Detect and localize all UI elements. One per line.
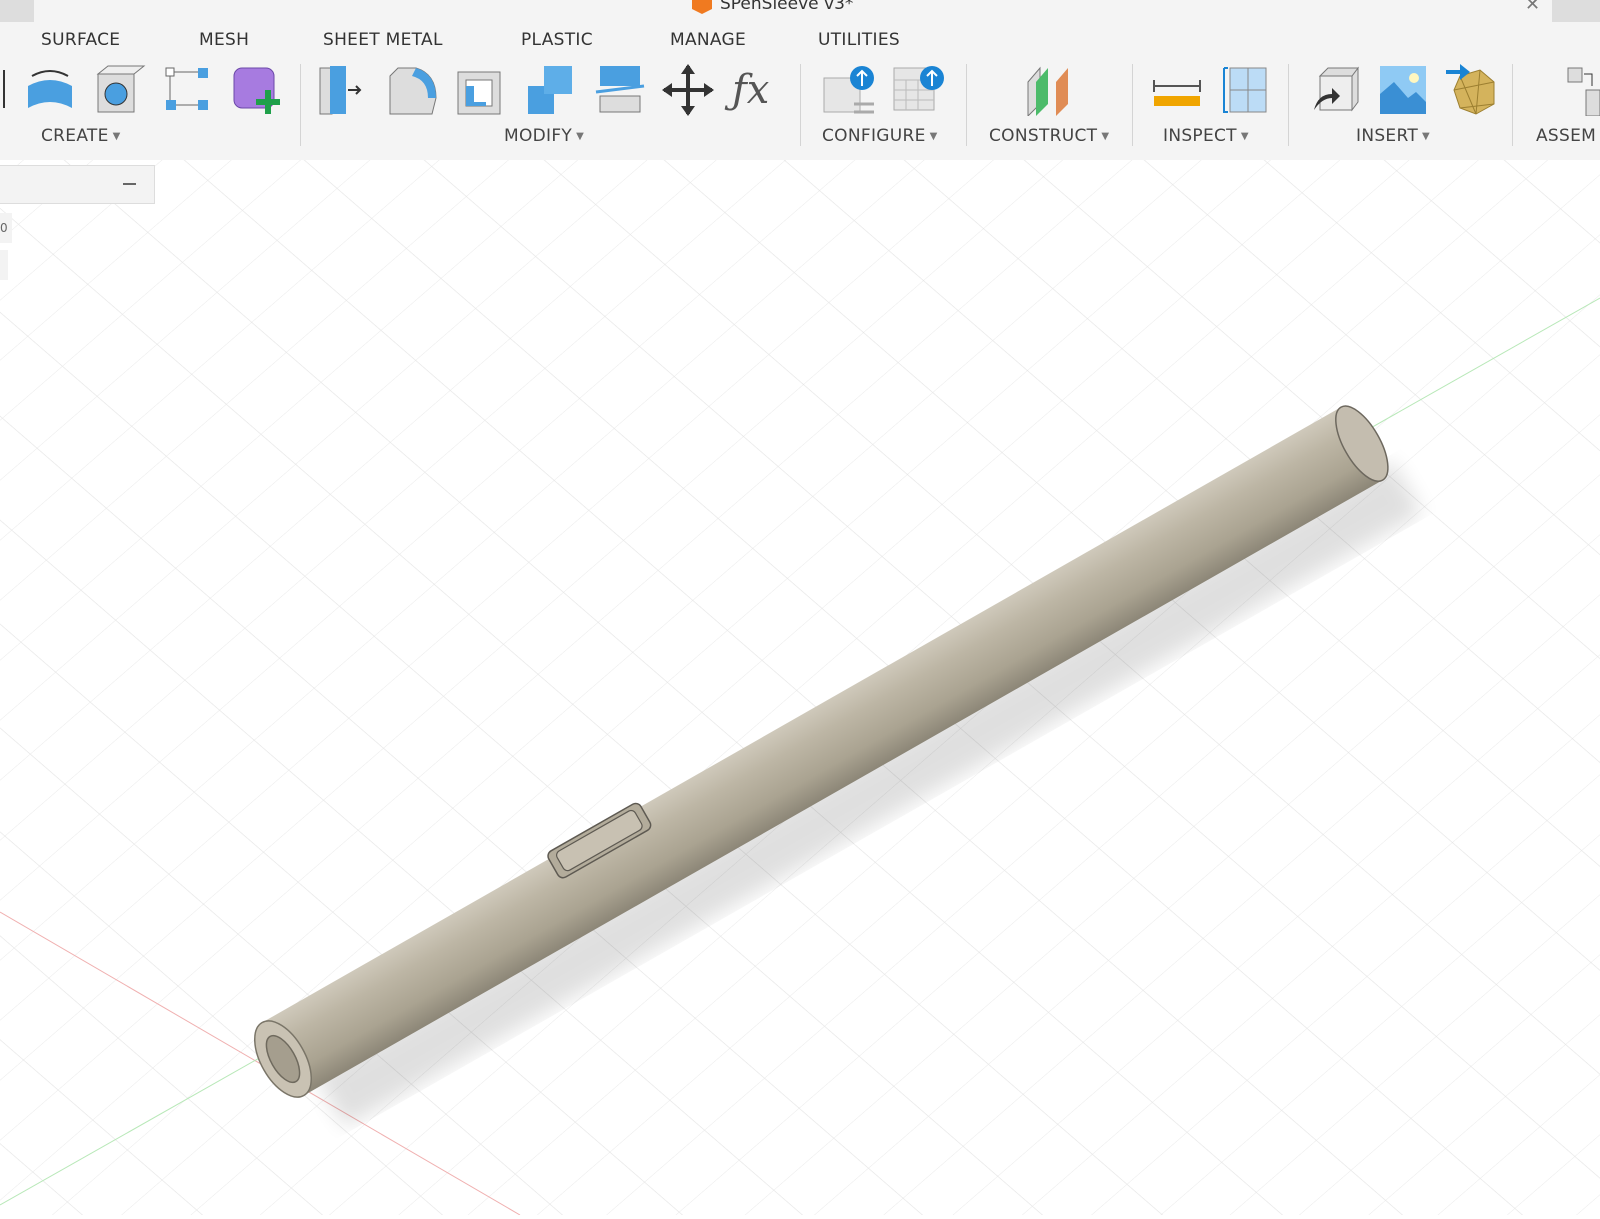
- insert-mesh-icon[interactable]: [1446, 64, 1498, 116]
- create-label: CREATE: [41, 126, 109, 146]
- construct-menu[interactable]: CONSTRUCT ▼: [989, 126, 1109, 146]
- divider: [1512, 64, 1513, 146]
- parameters-fx-icon[interactable]: ƒx: [732, 64, 784, 116]
- section-analysis-icon[interactable]: [1222, 64, 1274, 116]
- divider: [1288, 64, 1289, 146]
- caret-down-icon: ▼: [1422, 131, 1430, 142]
- press-pull-icon[interactable]: [318, 64, 370, 116]
- toolbar: SPenSleeve v3* ✕ SURFACE MESH SHEET META…: [0, 0, 1600, 160]
- ground-grid: [0, 160, 1600, 1215]
- configure-menu[interactable]: CONFIGURE ▼: [822, 126, 938, 146]
- divider: [966, 64, 967, 146]
- document-cube-icon: [692, 0, 712, 14]
- pattern-icon[interactable]: [164, 64, 216, 116]
- panel-stub[interactable]: 0: [0, 213, 12, 243]
- browser-panel: [0, 165, 155, 204]
- divider: [300, 64, 301, 146]
- assemble-menu[interactable]: ASSEM: [1536, 126, 1596, 146]
- caret-down-icon: ▼: [113, 131, 121, 142]
- hole-icon[interactable]: [94, 64, 146, 116]
- caret-down-icon: ▼: [1241, 131, 1249, 142]
- inspect-menu[interactable]: INSPECT ▼: [1163, 126, 1249, 146]
- divider: [1132, 64, 1133, 146]
- shell-icon[interactable]: [456, 64, 508, 116]
- split-body-icon[interactable]: [594, 64, 646, 116]
- move-icon[interactable]: [662, 64, 714, 116]
- configure-icon[interactable]: [822, 64, 874, 116]
- close-tab-icon[interactable]: ✕: [1525, 0, 1540, 15]
- tab-plastic[interactable]: PLASTIC: [521, 30, 593, 50]
- insert-derive-icon[interactable]: [1310, 64, 1362, 116]
- insert-menu[interactable]: INSERT ▼: [1356, 126, 1430, 146]
- extrude-icon[interactable]: [0, 64, 12, 116]
- combine-icon[interactable]: [524, 64, 576, 116]
- home-button[interactable]: [0, 0, 34, 22]
- caret-down-icon: ▼: [1101, 131, 1109, 142]
- tab-mesh[interactable]: MESH: [199, 30, 249, 50]
- tab-utilities[interactable]: UTILITIES: [818, 30, 900, 50]
- minimize-icon[interactable]: [123, 183, 136, 185]
- tab-sheet-metal[interactable]: SHEET METAL: [323, 30, 443, 50]
- 3d-viewport[interactable]: [0, 160, 1600, 1215]
- canvas-image-icon[interactable]: [1378, 64, 1430, 116]
- document-title-text: SPenSleeve v3*: [720, 0, 853, 14]
- panel-stub-2[interactable]: [0, 250, 8, 280]
- new-component-icon[interactable]: [1566, 64, 1600, 116]
- model-canvas[interactable]: [0, 160, 1600, 1215]
- modify-label: MODIFY: [504, 126, 572, 146]
- tab-manage[interactable]: MANAGE: [670, 30, 746, 50]
- insert-label: INSERT: [1356, 126, 1418, 146]
- configure-label: CONFIGURE: [822, 126, 926, 146]
- document-title: SPenSleeve v3*: [692, 0, 853, 14]
- measure-icon[interactable]: [1152, 64, 1204, 116]
- new-tab-button[interactable]: [1552, 0, 1600, 22]
- inspect-label: INSPECT: [1163, 126, 1237, 146]
- create-menu[interactable]: CREATE ▼: [41, 126, 121, 146]
- revolve-icon[interactable]: [24, 64, 76, 116]
- configuration-table-icon[interactable]: [892, 64, 944, 116]
- create-form-icon[interactable]: [232, 64, 284, 116]
- modify-menu[interactable]: MODIFY ▼: [504, 126, 584, 146]
- fillet-icon[interactable]: [388, 64, 440, 116]
- construct-label: CONSTRUCT: [989, 126, 1097, 146]
- caret-down-icon: ▼: [930, 131, 938, 142]
- caret-down-icon: ▼: [576, 131, 584, 142]
- tab-surface[interactable]: SURFACE: [41, 30, 120, 50]
- offset-plane-icon[interactable]: [1024, 64, 1076, 116]
- divider: [800, 64, 801, 146]
